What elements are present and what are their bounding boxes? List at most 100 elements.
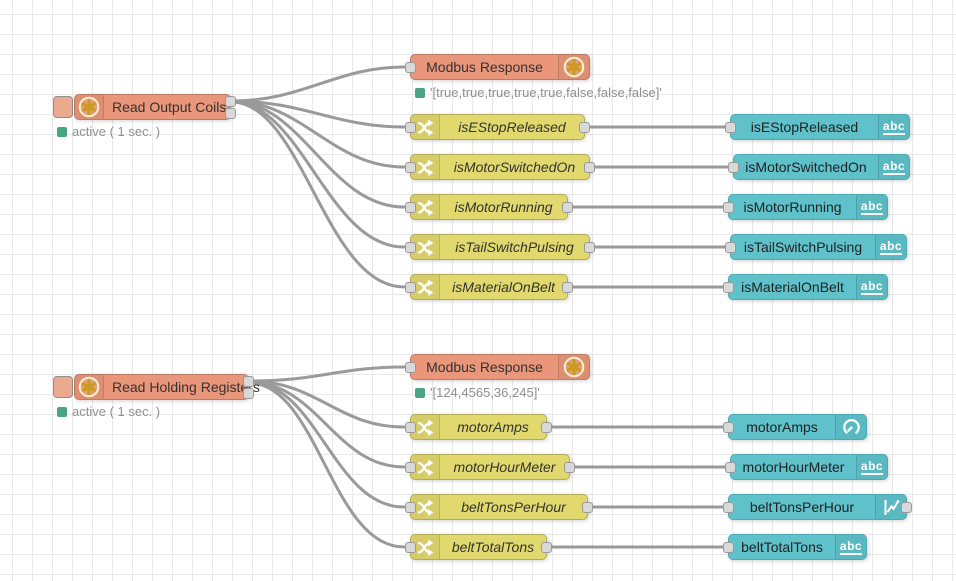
node-label: beltTonsPerHour: [729, 495, 875, 519]
node-label: Modbus Response: [411, 355, 558, 379]
node-button[interactable]: [53, 376, 73, 398]
status-text: active ( 1 sec. ): [72, 404, 160, 419]
node-ui-text[interactable]: isEStopReleased abc: [730, 114, 910, 140]
input-port[interactable]: [405, 422, 416, 433]
node-modbus-response[interactable]: Modbus Response: [410, 54, 590, 80]
output-port[interactable]: [584, 162, 595, 173]
node-switch[interactable]: isEStopReleased: [410, 114, 585, 140]
status-green-square: [415, 388, 425, 398]
node-label: isMotorSwitchedOn: [440, 155, 589, 179]
node-label: motorAmps: [440, 415, 546, 439]
input-port[interactable]: [723, 542, 734, 553]
node-ui-text[interactable]: isTailSwitchPulsing abc: [730, 234, 907, 260]
input-port[interactable]: [728, 162, 739, 173]
text-abc-icon: abc: [878, 115, 909, 139]
text-abc-icon: abc: [856, 275, 887, 299]
output-port[interactable]: [901, 502, 912, 513]
node-button[interactable]: [53, 96, 73, 118]
node-label: isMaterialOnBelt: [729, 275, 856, 299]
node-label: beltTotalTons: [729, 535, 835, 559]
input-port[interactable]: [723, 282, 734, 293]
input-port[interactable]: [723, 422, 734, 433]
node-label: motorAmps: [729, 415, 835, 439]
node-switch[interactable]: motorAmps: [410, 414, 547, 440]
input-port[interactable]: [725, 122, 736, 133]
node-status: active ( 1 sec. ): [57, 404, 160, 419]
node-label: isEStopReleased: [731, 115, 878, 139]
output-port[interactable]: [584, 242, 595, 253]
wire[interactable]: [233, 102, 404, 247]
node-label: isMotorRunning: [440, 195, 567, 219]
node-ui-text[interactable]: motorHourMeter abc: [730, 454, 888, 480]
input-port[interactable]: [723, 202, 734, 213]
node-switch[interactable]: isMotorRunning: [410, 194, 568, 220]
output-port[interactable]: [225, 96, 236, 107]
input-port[interactable]: [405, 282, 416, 293]
input-port[interactable]: [725, 462, 736, 473]
node-status: active ( 1 sec. ): [57, 124, 160, 139]
wire[interactable]: [233, 101, 404, 207]
node-status: '[124,4565,36,245]': [415, 385, 540, 400]
wire[interactable]: [251, 367, 404, 381]
node-ui-gauge[interactable]: motorAmps: [728, 414, 867, 440]
text-abc-icon: abc: [835, 535, 866, 559]
node-ui-text[interactable]: isMotorSwitchedOn abc: [733, 154, 910, 180]
node-switch[interactable]: isMotorSwitchedOn: [410, 154, 590, 180]
node-switch[interactable]: isMaterialOnBelt: [410, 274, 568, 300]
status-green-square: [415, 88, 425, 98]
output-port[interactable]: [579, 122, 590, 133]
input-port[interactable]: [405, 62, 416, 73]
node-status: '[true,true,true,true,true,false,false,f…: [415, 85, 662, 100]
wire[interactable]: [233, 102, 404, 287]
node-ui-text[interactable]: isMaterialOnBelt abc: [728, 274, 888, 300]
input-port[interactable]: [405, 122, 416, 133]
node-label: beltTonsPerHour: [440, 495, 587, 519]
status-text: '[124,4565,36,245]': [430, 385, 540, 400]
node-label: isMotorRunning: [729, 195, 856, 219]
node-ui-chart[interactable]: beltTonsPerHour: [728, 494, 907, 520]
node-switch[interactable]: beltTotalTons: [410, 534, 547, 560]
output-port[interactable]: [541, 422, 552, 433]
text-abc-icon: abc: [875, 235, 906, 259]
node-label: isTailSwitchPulsing: [731, 235, 875, 259]
node-switch[interactable]: isTailSwitchPulsing: [410, 234, 590, 260]
input-port[interactable]: [405, 502, 416, 513]
input-port[interactable]: [725, 242, 736, 253]
status-text: active ( 1 sec. ): [72, 124, 160, 139]
node-label: Modbus Response: [411, 55, 558, 79]
input-port[interactable]: [405, 162, 416, 173]
output-port[interactable]: [582, 502, 593, 513]
output-port[interactable]: [562, 202, 573, 213]
input-port[interactable]: [405, 462, 416, 473]
status-text: '[true,true,true,true,true,false,false,f…: [430, 85, 662, 100]
node-label: beltTotalTons: [440, 535, 546, 559]
modbus-asterisk-icon: [75, 95, 104, 119]
modbus-asterisk-icon: [558, 55, 589, 79]
output-port[interactable]: [225, 108, 236, 119]
node-ui-text[interactable]: isMotorRunning abc: [728, 194, 888, 220]
text-abc-icon: abc: [856, 455, 887, 479]
wire[interactable]: [233, 67, 404, 101]
output-port[interactable]: [564, 462, 575, 473]
input-port[interactable]: [405, 242, 416, 253]
text-abc-icon: abc: [856, 195, 887, 219]
input-port[interactable]: [405, 202, 416, 213]
input-port[interactable]: [405, 362, 416, 373]
output-port[interactable]: [562, 282, 573, 293]
node-label: isTailSwitchPulsing: [440, 235, 589, 259]
node-switch[interactable]: motorHourMeter: [410, 454, 570, 480]
output-port[interactable]: [243, 376, 254, 387]
node-label: motorHourMeter: [440, 455, 569, 479]
flow-canvas[interactable]: Read Output Coils active ( 1 sec. ) Modb…: [0, 0, 956, 581]
input-port[interactable]: [723, 502, 734, 513]
node-switch[interactable]: beltTonsPerHour: [410, 494, 588, 520]
node-modbus-response[interactable]: Modbus Response: [410, 354, 590, 380]
output-port[interactable]: [541, 542, 552, 553]
output-port[interactable]: [243, 388, 254, 399]
text-abc-icon: abc: [878, 155, 909, 179]
modbus-asterisk-icon: [558, 355, 589, 379]
node-ui-text[interactable]: beltTotalTons abc: [728, 534, 867, 560]
input-port[interactable]: [405, 542, 416, 553]
node-label: isMaterialOnBelt: [440, 275, 567, 299]
wire[interactable]: [251, 382, 404, 507]
